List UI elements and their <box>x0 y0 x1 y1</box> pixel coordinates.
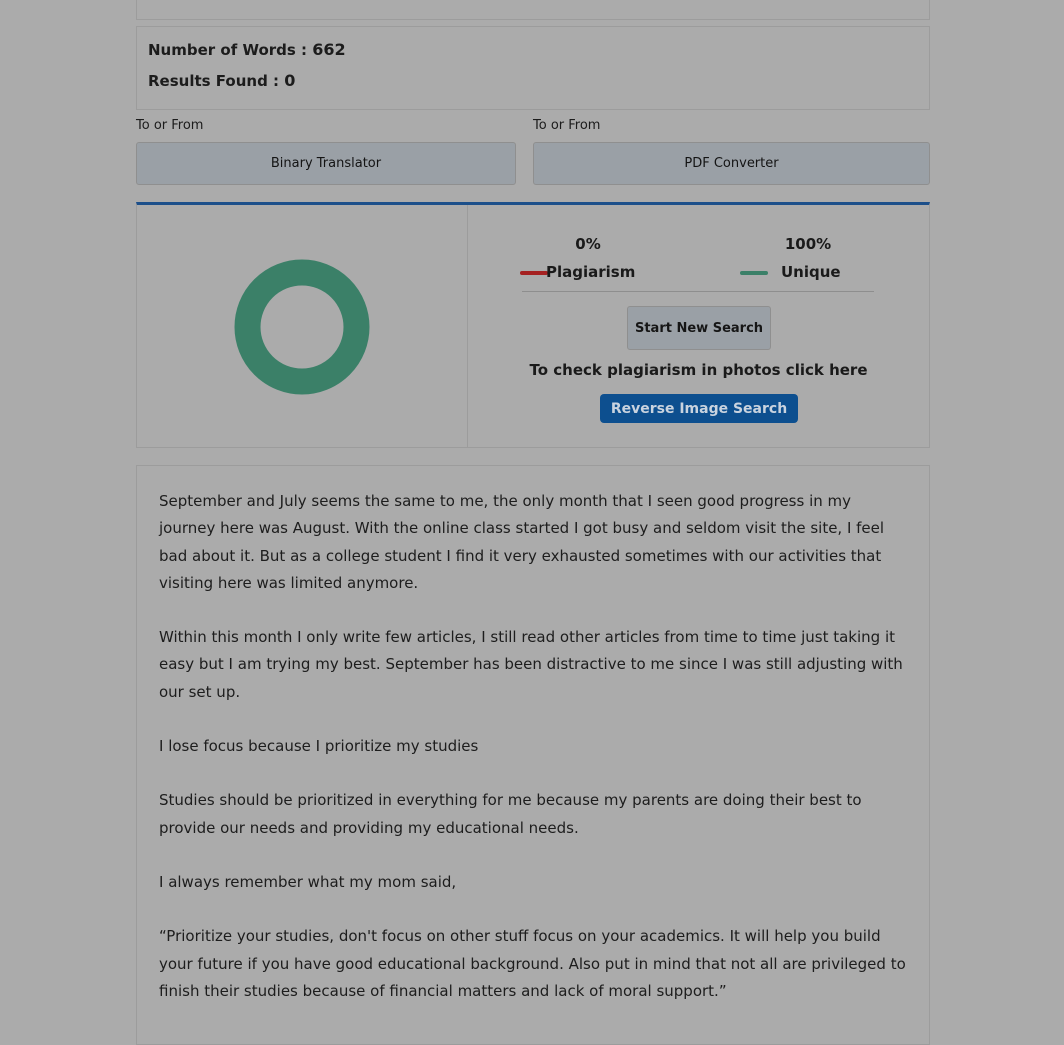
word-count-value: 662 <box>312 40 346 59</box>
stats-panel: Number of Words : 662 Results Found : 0 <box>136 26 930 110</box>
article-paragraph: Studies should be prioritized in everyth… <box>159 791 862 837</box>
donut-unique-segment <box>234 259 370 395</box>
donut-chart <box>234 259 370 395</box>
unique-swatch <box>740 271 768 275</box>
reverse-image-search-button[interactable]: Reverse Image Search <box>600 394 798 423</box>
start-new-search-button[interactable]: Start New Search <box>627 306 771 350</box>
results-found-value: 0 <box>284 71 296 90</box>
legend-divider <box>522 291 874 292</box>
results-panel: 0% Plagiarism 100% Unique Start New Sear… <box>136 202 930 448</box>
article-body: September and July seems the same to me,… <box>159 488 909 1032</box>
word-count: Number of Words : 662 <box>148 40 346 59</box>
pdf-converter-button[interactable]: PDF Converter <box>533 142 930 185</box>
article-paragraph: September and July seems the same to me,… <box>159 492 885 592</box>
plagiarism-percent: 0% <box>575 235 601 253</box>
photo-check-text: To check plagiarism in photos click here <box>529 361 868 379</box>
plagiarism-label: Plagiarism <box>546 263 636 281</box>
results-found: Results Found : 0 <box>148 71 295 90</box>
word-count-label: Number of Words : <box>148 41 313 59</box>
article-paragraph: I lose focus because I prioritize my stu… <box>159 737 479 756</box>
tool-caption-pdf: To or From <box>533 118 601 133</box>
article-paragraph: “Prioritize your studies, don't focus on… <box>159 927 906 1000</box>
unique-label: Unique <box>781 263 841 281</box>
article-text: September and July seems the same to me,… <box>136 465 930 1045</box>
previous-panel <box>136 0 930 20</box>
binary-translator-button[interactable]: Binary Translator <box>136 142 516 185</box>
results-divider <box>467 205 468 447</box>
article-paragraph: I always remember what my mom said, <box>159 872 457 891</box>
tool-caption-binary: To or From <box>136 118 204 133</box>
plagiarism-swatch <box>520 271 548 275</box>
article-paragraph: Within this month I only write few artic… <box>159 628 903 701</box>
results-found-label: Results Found : <box>148 72 285 90</box>
unique-percent: 100% <box>784 235 832 253</box>
